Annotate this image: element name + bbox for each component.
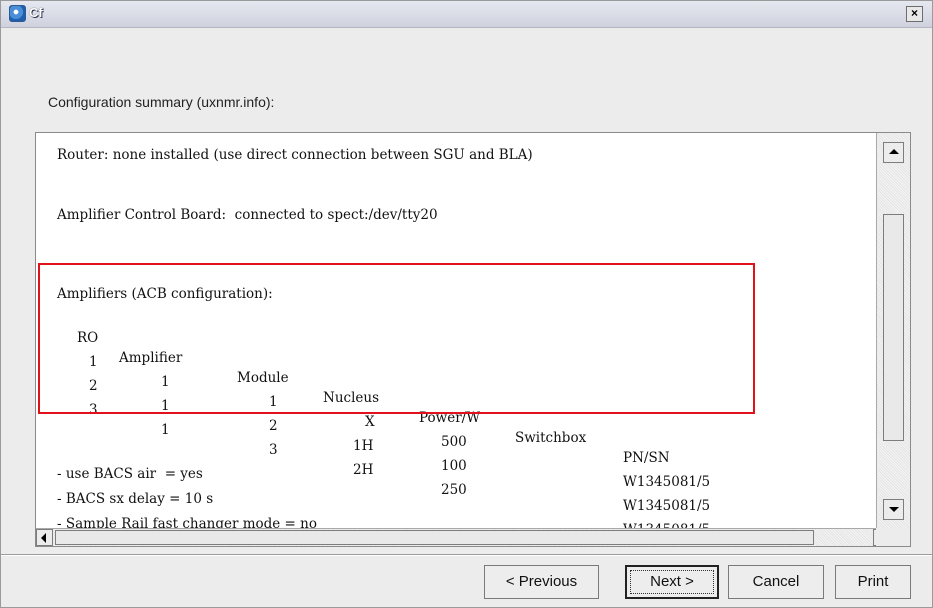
- cell-power: 250: [441, 482, 467, 498]
- cell-power: 100: [441, 458, 467, 474]
- cell-pnsn: W1345081/5: [623, 498, 711, 514]
- cell-nucleus: 1H: [353, 438, 374, 454]
- cancel-button[interactable]: Cancel: [728, 565, 824, 599]
- highlight-annotation-box: [38, 263, 755, 414]
- bacs-delay-line: - BACS sx delay = 10 s: [57, 491, 214, 507]
- cell-pnsn: W1345081/5: [623, 474, 711, 490]
- horizontal-scroll-thumb[interactable]: [55, 530, 814, 545]
- scroll-left-button[interactable]: [36, 529, 53, 546]
- previous-button[interactable]: < Previous: [484, 565, 599, 599]
- cell-amplifier: 1: [161, 422, 170, 438]
- col-header-switchbox: Switchbox: [515, 430, 587, 446]
- vertical-scroll-thumb[interactable]: [883, 214, 904, 441]
- col-header-pnsn: PN/SN: [623, 450, 670, 466]
- cell-nucleus: 2H: [353, 462, 374, 478]
- router-line: Router: none installed (use direct conne…: [57, 147, 533, 163]
- vertical-scrollbar[interactable]: [876, 133, 910, 529]
- scroll-up-button[interactable]: [883, 142, 904, 163]
- cell-nucleus: X: [365, 414, 375, 430]
- scroll-down-button[interactable]: [883, 499, 904, 520]
- arrow-left-icon: [41, 533, 46, 543]
- arrow-down-icon: [889, 507, 899, 512]
- bacs-air-line: - use BACS air = yes: [57, 466, 203, 482]
- scrollbar-corner: [876, 528, 910, 546]
- focus-ring: [630, 570, 714, 594]
- app-icon: [9, 5, 26, 22]
- acb-line: Amplifier Control Board: connected to sp…: [57, 207, 438, 223]
- summary-label: Configuration summary (uxnmr.info):: [48, 94, 275, 110]
- print-button[interactable]: Print: [835, 565, 911, 599]
- horizontal-scrollbar[interactable]: [36, 528, 910, 546]
- next-button[interactable]: Next >: [625, 565, 719, 599]
- arrow-up-icon: [889, 149, 899, 154]
- cell-module: 3: [269, 442, 278, 458]
- window-title: Cf: [29, 5, 43, 20]
- cell-power: 500: [441, 434, 467, 450]
- cell-module: 2: [269, 418, 278, 434]
- close-button[interactable]: ×: [906, 6, 923, 22]
- title-bar[interactable]: Cf ×: [1, 1, 932, 28]
- footer-divider: [1, 554, 932, 555]
- dialog-window: Cf × Configuration summary (uxnmr.info):…: [0, 0, 933, 608]
